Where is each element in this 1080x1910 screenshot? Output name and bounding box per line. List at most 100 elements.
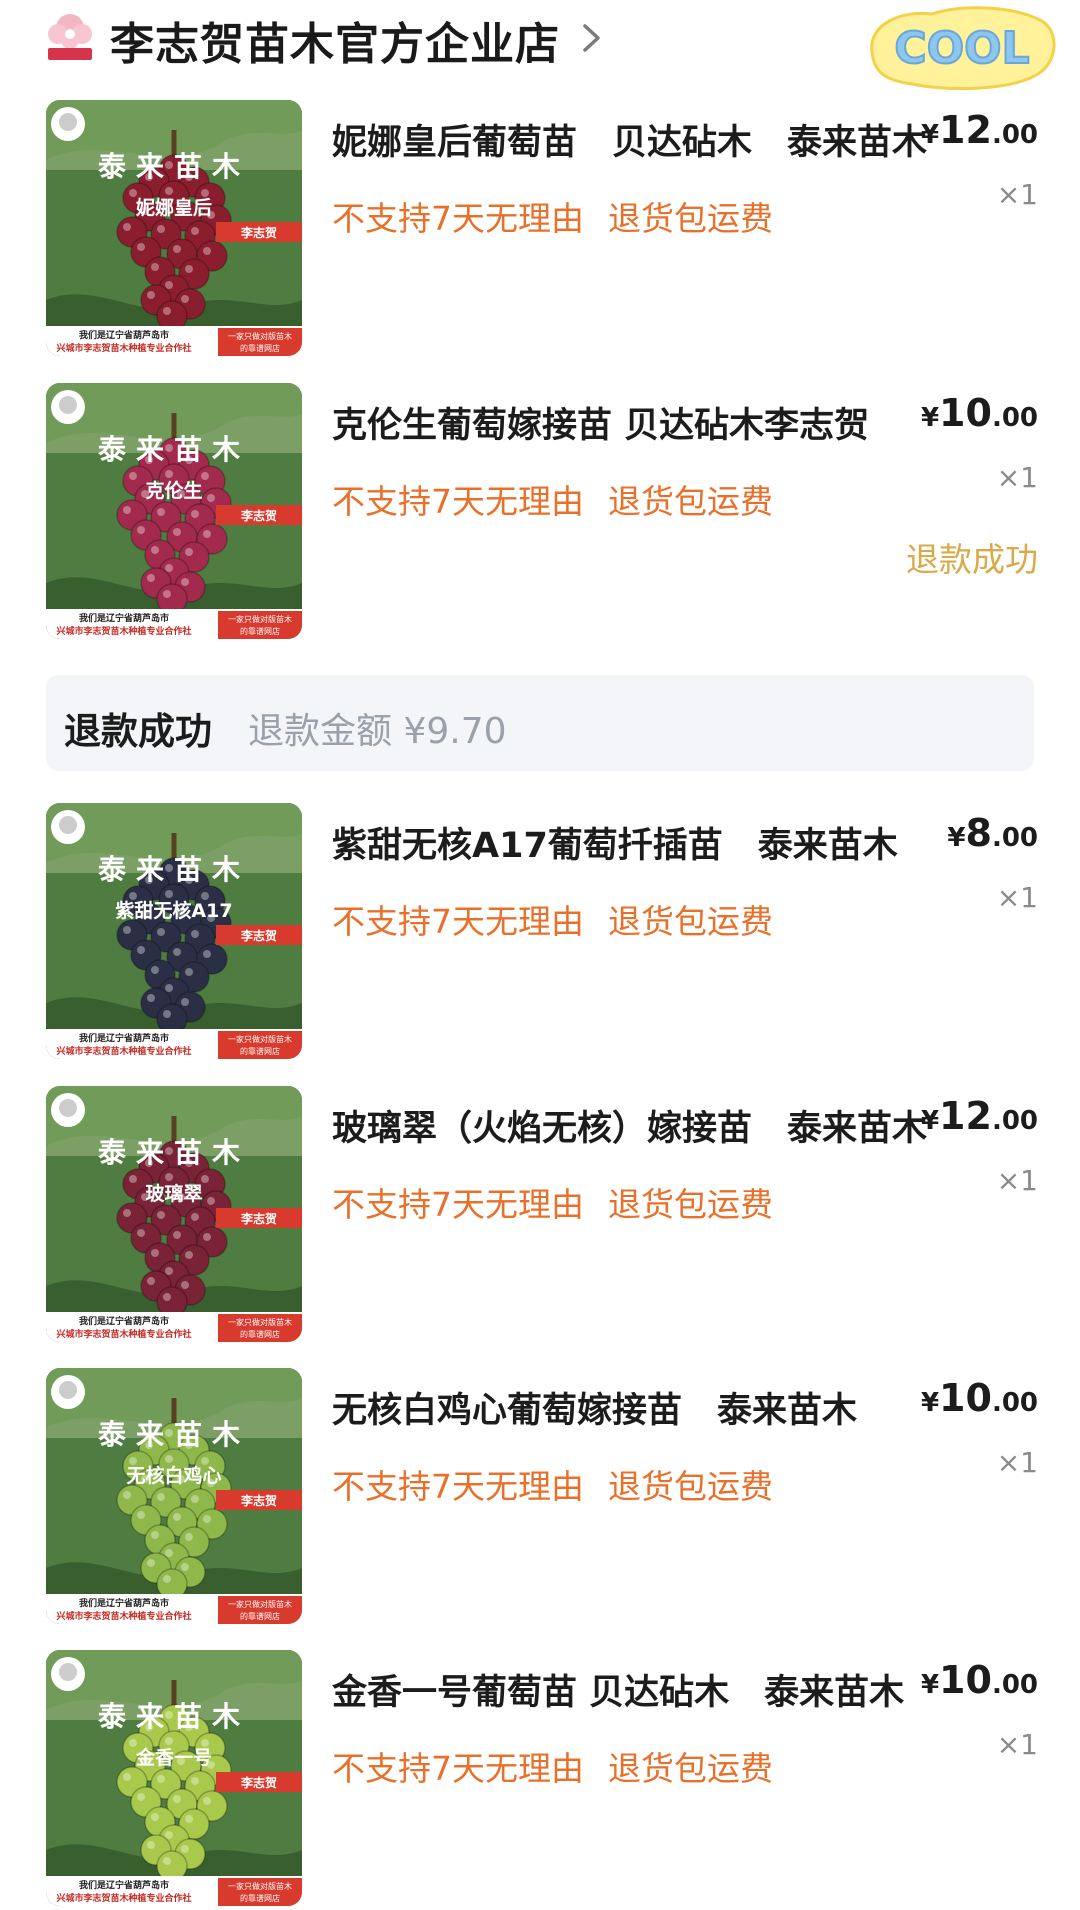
price-currency: ¥ <box>920 403 940 433</box>
variety-label: 妮娜皇后 <box>135 196 212 219</box>
quantity: ×1 <box>996 461 1038 494</box>
footer-text-right-2: 的靠谱网店 <box>240 1046 280 1056</box>
product-title[interactable]: 妮娜皇后葡萄苗 贝达砧木 泰来苗木 <box>332 114 932 165</box>
footer-text-left-1: 我们是辽宁省葫芦岛市 <box>79 329 169 341</box>
quantity: ×1 <box>996 1728 1038 1761</box>
price-integer: 8 <box>965 811 992 855</box>
product-title[interactable]: 金香一号葡萄苗 贝达砧木 泰来苗木 <box>332 1664 932 1715</box>
shop-logo-icon <box>48 14 92 60</box>
no-7day-return-tag: 不支持7天无理由 <box>332 1185 584 1224</box>
price-decimal: .00 <box>991 120 1038 150</box>
footer-text-left-2: 兴城市李志贺苗木种植专业合作社 <box>56 342 191 354</box>
price-currency: ¥ <box>920 120 940 150</box>
variety-label: 克伦生 <box>145 479 202 502</box>
price-currency: ¥ <box>920 1388 940 1418</box>
service-tags: 不支持7天无理由 退货包运费 <box>332 1742 797 1790</box>
product-thumbnail[interactable]: 泰来苗木 克伦生 李志贺 我们是辽宁省葫芦岛市 兴城市李志贺苗木种植专业合作社 … <box>46 383 302 639</box>
footer-text-right-1: 一家只做对版苗木 <box>228 1881 292 1891</box>
footer-text-right-2: 的靠谱网店 <box>240 1329 280 1339</box>
price-decimal: .00 <box>991 403 1038 433</box>
no-7day-return-tag: 不支持7天无理由 <box>332 1749 584 1788</box>
shop-header[interactable]: 李志贺苗木官方企业店 COOL <box>0 0 1080 91</box>
product-thumbnail[interactable]: 泰来苗木 无核白鸡心 李志贺 我们是辽宁省葫芦岛市 兴城市李志贺苗木种植专业合作… <box>46 1368 302 1624</box>
product-price: ¥8.00 <box>947 811 1038 855</box>
price-decimal: .00 <box>991 1106 1038 1136</box>
quantity: ×1 <box>996 1446 1038 1479</box>
price-integer: 10 <box>939 1376 992 1420</box>
product-thumbnail[interactable]: 泰来苗木 紫甜无核A17 李志贺 我们是辽宁省葫芦岛市 兴城市李志贺苗木种植专业… <box>46 803 302 1059</box>
product-image: 泰来苗木 紫甜无核A17 李志贺 我们是辽宁省葫芦岛市 兴城市李志贺苗木种植专业… <box>46 803 302 1059</box>
refund-status-label: 退款成功 <box>64 710 212 753</box>
product-thumbnail[interactable]: 泰来苗木 妮娜皇后 李志贺 我们是辽宁省葫芦岛市 兴城市李志贺苗木种植专业合作社… <box>46 100 302 356</box>
footer-text-left-2: 兴城市李志贺苗木种植专业合作社 <box>56 1610 191 1622</box>
footer-text-left-2: 兴城市李志贺苗木种植专业合作社 <box>56 625 191 637</box>
refund-summary-bar[interactable]: 退款成功 退款金额 ¥9.70 <box>46 675 1034 771</box>
footer-text-right-1: 一家只做对版苗木 <box>228 1034 292 1044</box>
seller-tag: 李志贺 <box>240 225 277 240</box>
price-currency: ¥ <box>920 1106 940 1136</box>
footer-text-right-2: 的靠谱网店 <box>240 343 280 353</box>
brand-watermark: 泰来苗木 <box>98 1136 250 1169</box>
footer-text-left-1: 我们是辽宁省葫芦岛市 <box>79 1315 169 1327</box>
order-item[interactable]: 泰来苗木 妮娜皇后 李志贺 我们是辽宁省葫芦岛市 兴城市李志贺苗木种植专业合作社… <box>0 100 1080 360</box>
product-image: 泰来苗木 玻璃翠 李志贺 我们是辽宁省葫芦岛市 兴城市李志贺苗木种植专业合作社 … <box>46 1086 302 1342</box>
order-item[interactable]: 泰来苗木 玻璃翠 李志贺 我们是辽宁省葫芦岛市 兴城市李志贺苗木种植专业合作社 … <box>0 1086 1080 1346</box>
footer-text-right-1: 一家只做对版苗木 <box>228 1317 292 1327</box>
product-image: 泰来苗木 无核白鸡心 李志贺 我们是辽宁省葫芦岛市 兴城市李志贺苗木种植专业合作… <box>46 1368 302 1624</box>
brand-watermark: 泰来苗木 <box>98 1418 250 1451</box>
chevron-right-icon[interactable] <box>580 18 604 58</box>
product-title[interactable]: 紫甜无核A17葡萄扦插苗 泰来苗木 <box>332 817 932 868</box>
return-shipping-tag: 退货包运费 <box>608 1467 773 1506</box>
variety-label: 紫甜无核A17 <box>115 899 232 922</box>
product-price: ¥10.00 <box>921 1376 1038 1420</box>
no-7day-return-tag: 不支持7天无理由 <box>332 199 584 238</box>
product-thumbnail[interactable]: 泰来苗木 玻璃翠 李志贺 我们是辽宁省葫芦岛市 兴城市李志贺苗木种植专业合作社 … <box>46 1086 302 1342</box>
brand-watermark: 泰来苗木 <box>98 1700 250 1733</box>
cool-text: COOL <box>894 23 1029 74</box>
product-title[interactable]: 玻璃翠（火焰无核）嫁接苗 泰来苗木 <box>332 1100 932 1151</box>
order-item[interactable]: 泰来苗木 无核白鸡心 李志贺 我们是辽宁省葫芦岛市 兴城市李志贺苗木种植专业合作… <box>0 1368 1080 1628</box>
service-tags: 不支持7天无理由 退货包运费 <box>332 192 797 240</box>
product-title[interactable]: 克伦生葡萄嫁接苗 贝达砧木李志贺 <box>332 397 932 448</box>
footer-text-left-1: 我们是辽宁省葫芦岛市 <box>79 1032 169 1044</box>
product-price: ¥12.00 <box>921 108 1038 152</box>
product-price: ¥10.00 <box>921 1658 1038 1702</box>
product-title[interactable]: 无核白鸡心葡萄嫁接苗 泰来苗木 <box>332 1382 932 1433</box>
order-item[interactable]: 泰来苗木 紫甜无核A17 李志贺 我们是辽宁省葫芦岛市 兴城市李志贺苗木种植专业… <box>0 803 1080 1063</box>
seller-tag: 李志贺 <box>240 508 277 523</box>
price-currency: ¥ <box>920 1670 940 1700</box>
return-shipping-tag: 退货包运费 <box>608 1185 773 1224</box>
footer-text-right-1: 一家只做对版苗木 <box>228 331 292 341</box>
product-price: ¥10.00 <box>921 391 1038 435</box>
seller-tag: 李志贺 <box>240 928 277 943</box>
return-shipping-tag: 退货包运费 <box>608 482 773 521</box>
product-image: 泰来苗木 金香一号 李志贺 我们是辽宁省葫芦岛市 兴城市李志贺苗木种植专业合作社… <box>46 1650 302 1906</box>
footer-text-left-1: 我们是辽宁省葫芦岛市 <box>79 1597 169 1609</box>
price-integer: 10 <box>939 391 992 435</box>
footer-text-right-2: 的靠谱网店 <box>240 626 280 636</box>
footer-text-left-2: 兴城市李志贺苗木种植专业合作社 <box>56 1045 191 1057</box>
order-item[interactable]: 泰来苗木 克伦生 李志贺 我们是辽宁省葫芦岛市 兴城市李志贺苗木种植专业合作社 … <box>0 383 1080 643</box>
quantity: ×1 <box>996 881 1038 914</box>
footer-text-left-2: 兴城市李志贺苗木种植专业合作社 <box>56 1892 191 1904</box>
return-shipping-tag: 退货包运费 <box>608 199 773 238</box>
return-shipping-tag: 退货包运费 <box>608 1749 773 1788</box>
no-7day-return-tag: 不支持7天无理由 <box>332 902 584 941</box>
price-integer: 10 <box>939 1658 992 1702</box>
brand-watermark: 泰来苗木 <box>98 433 250 466</box>
seller-tag: 李志贺 <box>240 1775 277 1790</box>
no-7day-return-tag: 不支持7天无理由 <box>332 482 584 521</box>
service-tags: 不支持7天无理由 退货包运费 <box>332 1178 797 1226</box>
refund-amount: 退款金额 ¥9.70 <box>248 711 507 752</box>
shop-name[interactable]: 李志贺苗木官方企业店 <box>110 8 560 72</box>
footer-text-right-1: 一家只做对版苗木 <box>228 614 292 624</box>
product-price: ¥12.00 <box>921 1094 1038 1138</box>
footer-text-left-2: 兴城市李志贺苗木种植专业合作社 <box>56 1328 191 1340</box>
cool-sticker: COOL <box>870 6 1056 91</box>
item-refund-status[interactable]: 退款成功 <box>906 533 1038 581</box>
order-item[interactable]: 泰来苗木 金香一号 李志贺 我们是辽宁省葫芦岛市 兴城市李志贺苗木种植专业合作社… <box>0 1650 1080 1910</box>
service-tags: 不支持7天无理由 退货包运费 <box>332 895 797 943</box>
quantity: ×1 <box>996 178 1038 211</box>
brand-watermark: 泰来苗木 <box>98 150 250 183</box>
product-thumbnail[interactable]: 泰来苗木 金香一号 李志贺 我们是辽宁省葫芦岛市 兴城市李志贺苗木种植专业合作社… <box>46 1650 302 1906</box>
